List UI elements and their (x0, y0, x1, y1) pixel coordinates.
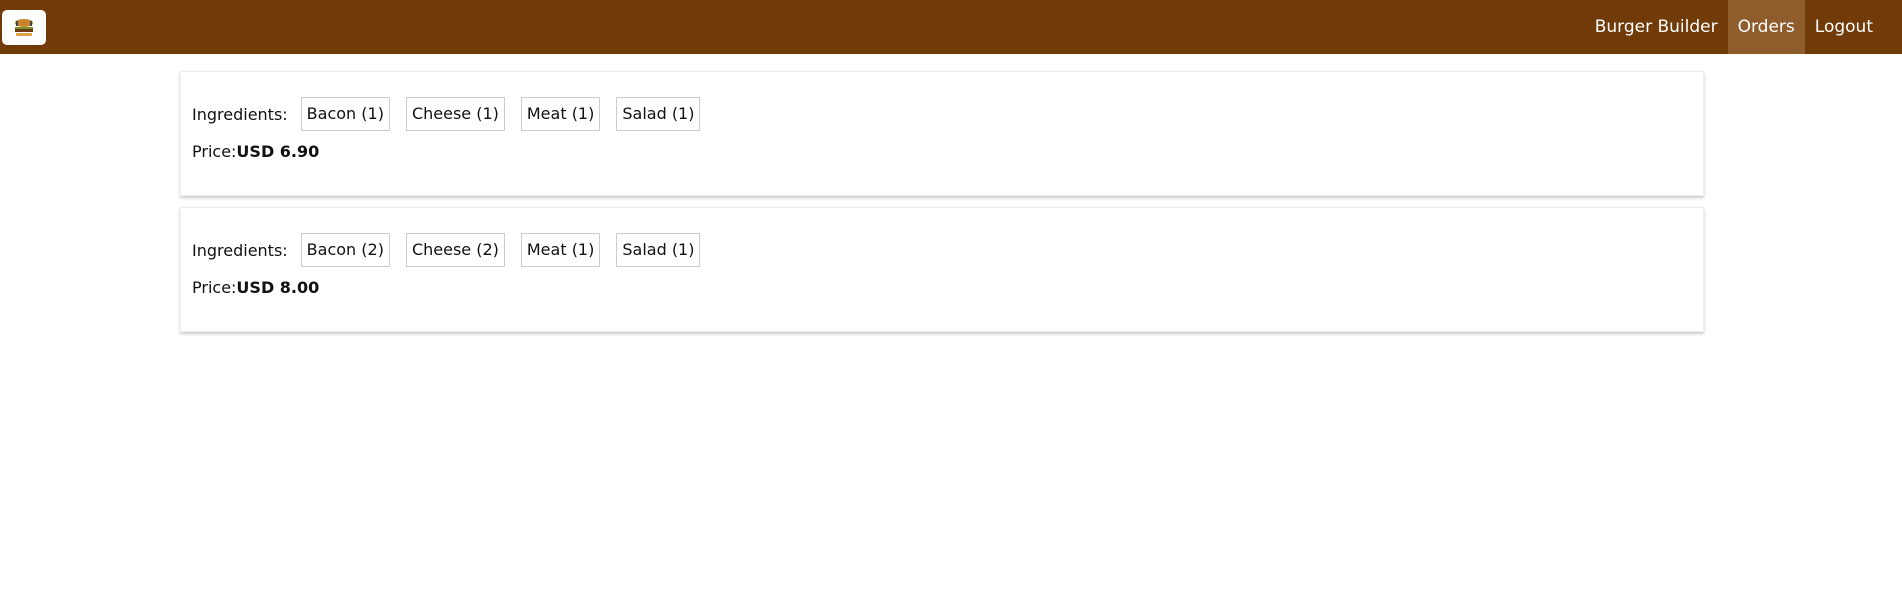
price-value: USD 6.90 (236, 142, 320, 161)
ingredient-chip-bacon: Bacon (2) (300, 233, 390, 267)
ingredient-chip-cheese: Cheese (2) (405, 233, 505, 267)
burger-logo[interactable] (2, 10, 46, 45)
ingredients-row: Ingredients: Bacon (1) Cheese (1) Meat (… (192, 97, 1692, 131)
ingredient-chip-salad: Salad (1) (616, 97, 701, 131)
orders-list: Ingredients: Bacon (1) Cheese (1) Meat (… (180, 71, 1704, 343)
price-row: Price:USD 6.90 (192, 142, 1692, 161)
nav-orders[interactable]: Orders (1727, 0, 1805, 54)
price-label: Price: (192, 278, 237, 297)
ingredient-chip-meat: Meat (1) (520, 97, 601, 131)
price-row: Price:USD 8.00 (192, 278, 1692, 297)
toolbar: Burger Builder Orders Logout (0, 0, 1902, 54)
ingredients-label: Ingredients: (192, 240, 288, 260)
nav-burger-builder[interactable]: Burger Builder (1585, 0, 1728, 54)
order-card: Ingredients: Bacon (2) Cheese (2) Meat (… (180, 207, 1704, 332)
ingredient-chip-meat: Meat (1) (520, 233, 601, 267)
ingredient-chip-salad: Salad (1) (616, 233, 701, 267)
ingredients-label: Ingredients: (192, 104, 288, 124)
main-nav: Burger Builder Orders Logout (1585, 0, 1883, 54)
price-value: USD 8.00 (236, 278, 320, 297)
nav-logout[interactable]: Logout (1805, 0, 1883, 54)
ingredient-chip-cheese: Cheese (1) (405, 97, 505, 131)
price-label: Price: (192, 142, 237, 161)
ingredient-chip-bacon: Bacon (1) (300, 97, 390, 131)
burger-logo-icon (15, 18, 33, 36)
ingredients-row: Ingredients: Bacon (2) Cheese (2) Meat (… (192, 233, 1692, 267)
order-card: Ingredients: Bacon (1) Cheese (1) Meat (… (180, 71, 1704, 196)
